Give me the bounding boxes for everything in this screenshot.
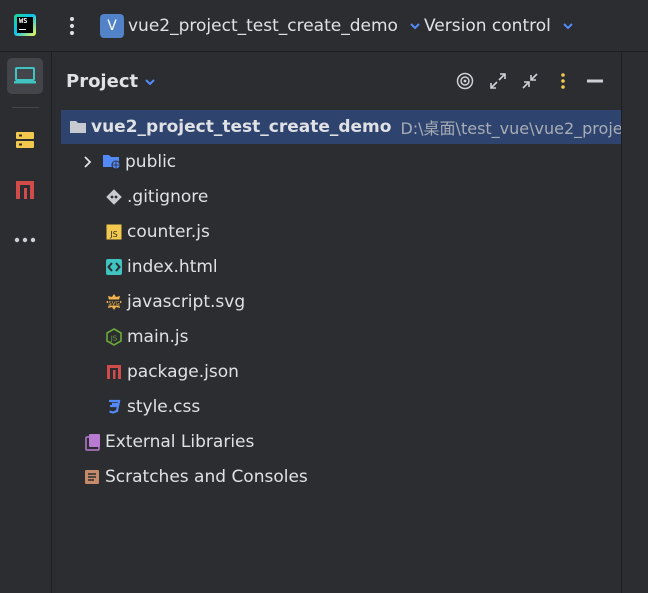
project-tool-button[interactable] [7,58,43,94]
tree-item-index-html[interactable]: index.html [104,250,218,284]
tree-item-label: package.json [127,362,239,382]
html-file-icon [104,257,124,277]
structure-tool-button[interactable] [7,122,43,158]
chevron-down-icon [410,23,420,30]
collapse-all-button[interactable] [519,70,541,92]
tree-root-row[interactable]: vue2_project_test_create_demo D:\桌面\test… [61,110,621,144]
locate-file-button[interactable] [454,70,476,92]
left-tool-strip [0,52,52,593]
svg-text:JS: JS [110,335,118,343]
tree-root-label: vue2_project_test_create_demo [91,117,392,137]
npm-icon [16,181,34,199]
version-control-label: Version control [424,16,551,36]
tree-item-label: counter.js [127,222,210,242]
tree-item-label: javascript.svg [127,292,246,312]
chevron-down-icon [145,78,155,85]
npm-tool-button[interactable] [7,172,43,208]
chevron-down-icon [563,23,573,30]
project-icon [14,67,36,84]
project-switcher[interactable]: V vue2_project_test_create_demo [100,12,422,40]
tree-item-gitignore[interactable]: .gitignore [104,180,208,214]
tree-item-counter-js[interactable]: JS counter.js [104,215,210,249]
nodejs-file-icon: JS [104,327,124,347]
tree-item-label: Scratches and Consoles [105,467,308,487]
more-icon [14,237,36,243]
hide-panel-button[interactable] [584,70,606,92]
git-icon [104,187,124,207]
tree-item-public[interactable]: public [82,145,176,179]
minimize-icon [587,79,603,83]
tree-item-style-css[interactable]: style.css [104,390,200,424]
npm-file-icon [104,362,124,382]
folder-web-icon [102,152,122,172]
tree-item-scratches[interactable]: Scratches and Consoles [82,460,308,494]
more-tools-button[interactable] [7,222,43,258]
tree-item-label: .gitignore [127,187,209,207]
project-tree: vue2_project_test_create_demo D:\桌面\test… [52,110,621,593]
project-badge: V [100,14,124,38]
collapse-all-icon [522,73,538,89]
tree-item-label: main.js [127,327,189,347]
panel-title: Project [66,71,139,92]
webstorm-logo-icon[interactable]: WS [14,14,36,36]
target-icon [456,72,474,90]
tree-item-main-js[interactable]: JS main.js [104,320,188,354]
title-bar: WS V vue2_project_test_create_demo Versi… [0,0,648,52]
project-name: vue2_project_test_create_demo [128,16,398,36]
expand-all-button[interactable] [487,70,509,92]
main-menu-button[interactable] [64,14,80,38]
right-tool-strip [621,52,648,593]
tree-item-javascript-svg[interactable]: SVG javascript.svg [104,285,245,319]
tree-item-label: public [125,152,177,172]
css-file-icon [104,397,124,417]
structure-icon [16,132,34,148]
scratches-icon [82,467,102,487]
tree-root-path: D:\桌面\test_vue\vue2_project_test_create_… [400,119,621,138]
svg-file-icon: SVG [104,292,124,312]
project-panel-header: Project [52,52,622,110]
tree-item-label: index.html [127,257,218,277]
tree-item-label: External Libraries [105,432,255,452]
tree-item-external-libraries[interactable]: External Libraries [82,425,254,459]
expand-all-icon [490,73,506,89]
libraries-icon [82,432,102,452]
svg-text:SVG: SVG [108,301,120,307]
options-icon [561,73,565,89]
svg-text:JS: JS [109,230,117,239]
tree-item-package-json[interactable]: package.json [104,355,239,389]
options-button[interactable] [552,70,574,92]
tree-item-label: style.css [127,397,201,417]
panel-title-dropdown[interactable]: Project [66,71,157,92]
chevron-right-icon [84,156,92,168]
js-file-icon: JS [104,222,124,242]
strip-divider [12,107,39,108]
folder-icon [68,117,88,137]
version-control-menu[interactable]: Version control [424,12,575,40]
